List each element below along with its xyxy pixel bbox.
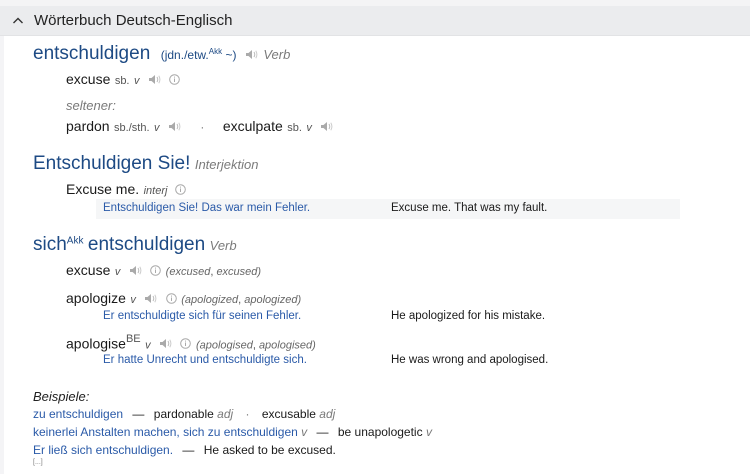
example-phrase: Er ließ sich entschuldigen. — He asked t… — [33, 443, 336, 457]
translation[interactable]: apologize — [66, 290, 126, 306]
phrase-german[interactable]: Er ließ sich entschuldigen. — [33, 443, 173, 457]
valency: (jdn./etw.Akk ~) — [160, 47, 237, 62]
pos-abbrev: v — [130, 294, 136, 306]
pos-abbrev: v — [301, 425, 308, 439]
speaker-icon[interactable] — [144, 291, 158, 309]
translation[interactable]: excuse — [66, 262, 110, 278]
example-german[interactable]: Er hatte Unrecht und entschuldigte sich. — [103, 354, 307, 366]
pos-abbrev: v — [114, 266, 121, 278]
dash: — — [182, 443, 195, 457]
translation[interactable]: pardon — [66, 118, 110, 134]
verb-forms: (excused, excused) — [165, 266, 262, 278]
more-link[interactable]: [...] — [33, 459, 43, 466]
example-english: Excuse me. That was my fault. — [391, 202, 548, 214]
chevron-up-icon[interactable] — [12, 14, 26, 28]
part-of-speech: Verb — [209, 238, 237, 253]
pos-abbrev: interj — [143, 185, 168, 197]
pos-abbrev: adj — [319, 407, 336, 421]
example-phrase: zu entschuldigen — pardonable adj · excu… — [33, 407, 335, 421]
speaker-icon[interactable] — [320, 119, 334, 137]
verb-forms: (apologised, apologised) — [195, 339, 316, 352]
speaker-icon[interactable] — [245, 47, 259, 65]
verb-forms: (apologized, apologized) — [181, 294, 302, 306]
examples-label: Beispiele: — [33, 389, 90, 404]
part-of-speech: Interjektion — [194, 157, 259, 172]
separator: · — [200, 120, 205, 134]
entry-entschuldigen-sie: Entschuldigen Sie! Interjektion — [33, 153, 258, 175]
translation-row: apologize v (apologized, apologized) — [66, 290, 301, 309]
pos-abbrev: adj — [217, 407, 234, 421]
speaker-icon[interactable] — [129, 263, 143, 281]
case-marker: Akk — [66, 235, 84, 247]
separator: · — [245, 407, 250, 421]
info-icon[interactable] — [169, 72, 181, 90]
example-german[interactable]: Er entschuldigte sich für seinen Fehler. — [103, 310, 301, 322]
dictionary-title: Wörterbuch Deutsch-Englisch — [34, 12, 233, 29]
grammar-note: sb. — [114, 75, 130, 87]
example-english: He was wrong and apologised. — [391, 354, 549, 366]
info-icon[interactable] — [175, 182, 186, 200]
phrase-german[interactable]: keinerlei Anstalten machen, sich zu ents… — [33, 425, 298, 439]
phrase-english: be unapologetic — [337, 425, 423, 439]
dash: — — [132, 407, 145, 421]
speaker-icon[interactable] — [159, 336, 173, 354]
translation-row: excuse sb. v — [66, 71, 181, 90]
section-header[interactable]: Wörterbuch Deutsch-Englisch — [0, 6, 750, 36]
grammar-note: sb./sth. — [114, 122, 150, 134]
headword[interactable]: entschuldigen — [33, 43, 150, 64]
translation-row: pardon sb./sth. v · exculpate sb. v — [66, 118, 334, 137]
translation[interactable]: Excuse me. — [66, 181, 139, 197]
headword[interactable]: Entschuldigen Sie! — [33, 153, 190, 174]
pos-abbrev: v — [425, 425, 432, 439]
info-icon[interactable] — [150, 263, 162, 281]
info-icon[interactable] — [165, 291, 177, 309]
example-german[interactable]: Entschuldigen Sie! Das war mein Fehler. — [103, 202, 310, 214]
translation-row: excuse v (excused, excused) — [66, 262, 261, 281]
phrase-german[interactable]: zu entschuldigen — [33, 407, 123, 421]
phrase-english: He asked to be excused. — [203, 443, 336, 457]
example-english: He apologized for his mistake. — [391, 310, 546, 322]
part-of-speech: Verb — [263, 47, 291, 62]
grammar-note: sb. — [287, 122, 302, 134]
translation[interactable]: apologise — [66, 335, 126, 351]
translation[interactable]: exculpate — [223, 118, 283, 134]
translation-row: Excuse me. interj — [66, 181, 186, 200]
headword-reflexive[interactable]: sich — [33, 234, 67, 255]
translation-row: apologiseBE v (apologised, apologised) — [66, 333, 316, 354]
speaker-icon[interactable] — [168, 119, 182, 137]
pos-abbrev: v — [153, 122, 160, 134]
headword[interactable]: entschuldigen — [88, 234, 205, 255]
info-icon[interactable] — [180, 336, 192, 354]
rarer-label: seltener: — [66, 98, 116, 113]
speaker-icon[interactable] — [148, 72, 162, 90]
example-phrase: keinerlei Anstalten machen, sich zu ents… — [33, 425, 432, 439]
pos-abbrev: v — [133, 75, 140, 87]
translation[interactable]: excuse — [66, 71, 110, 87]
left-margin — [0, 36, 4, 474]
dash: — — [316, 425, 329, 439]
entry-entschuldigen: entschuldigen (jdn./etw.Akk ~) Verb — [33, 43, 290, 65]
pos-abbrev: v — [145, 339, 151, 352]
pos-abbrev: v — [306, 122, 312, 134]
entry-sich-entschuldigen: sichAkk entschuldigen Verb — [33, 234, 237, 256]
phrase-english: pardonable — [153, 407, 214, 421]
variant-marker: BE — [125, 333, 141, 345]
phrase-english: excusable — [261, 407, 316, 421]
